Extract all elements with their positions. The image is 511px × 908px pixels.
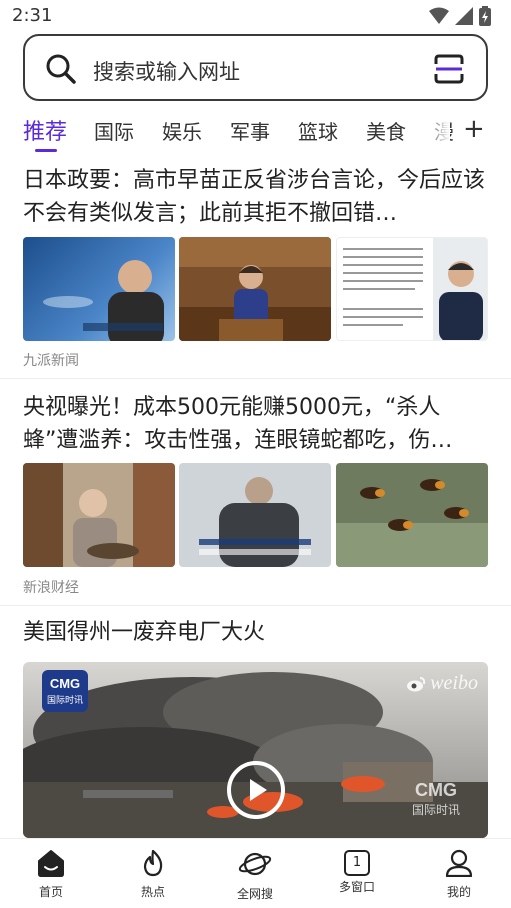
tab-recommend[interactable]: 推荐 (23, 114, 67, 146)
article-thumbnail[interactable] (179, 237, 331, 341)
add-channel-button[interactable]: + (463, 114, 485, 144)
nav-windows[interactable]: 1 多窗口 (317, 849, 397, 895)
tab-entertainment[interactable]: 娱乐 (162, 116, 202, 145)
status-icons (429, 6, 491, 26)
article-title[interactable]: 央视曝光！成本500元能赚5000元，“杀人蜂”遭滥养：攻击性强，连眼镜蛇都吃，… (23, 391, 493, 457)
channel-logo-line1: CMG (49, 676, 81, 691)
windows-icon: 1 (344, 850, 370, 876)
corner-watermark: CMG 国际时讯 (412, 780, 460, 818)
bottom-nav: 首页 热点 全网搜 1 多窗口 我的 (0, 838, 511, 908)
nav-search-all[interactable]: 全网搜 (215, 849, 295, 902)
channel-logo: CMG 国际时讯 (42, 670, 88, 712)
tab-food[interactable]: 美食 (366, 116, 406, 145)
play-icon (250, 779, 267, 801)
article-title[interactable]: 美国得州一废弃电厂大火 (23, 616, 493, 649)
flame-icon (143, 849, 163, 877)
status-bar: 2:31 (0, 0, 511, 32)
play-button[interactable] (227, 761, 285, 819)
article-thumbnail[interactable] (179, 463, 331, 567)
planet-icon (238, 852, 272, 876)
nav-label-windows: 多窗口 (338, 880, 375, 894)
category-tabs: 推荐 国际 娱乐 军事 篮球 美食 漫 + (0, 108, 511, 156)
profile-icon (445, 849, 473, 878)
search-bar[interactable]: 搜索或输入网址 (23, 34, 488, 101)
nav-label-home: 首页 (38, 885, 63, 899)
tab-basketball[interactable]: 篮球 (298, 116, 338, 145)
wifi-icon (429, 7, 449, 24)
article-thumbnail[interactable] (336, 237, 488, 341)
tab-active-indicator (35, 149, 57, 152)
cellular-signal-icon (455, 7, 473, 25)
window-count: 1 (352, 855, 362, 870)
scan-icon[interactable] (434, 54, 464, 84)
weibo-icon (407, 676, 426, 691)
video-player[interactable]: CMG 国际时讯 weibo CMG 国际时讯 (23, 662, 488, 838)
nav-profile[interactable]: 我的 (419, 849, 499, 900)
feed-divider (0, 378, 511, 379)
search-icon (46, 54, 76, 84)
corner-watermark-line2: 国际时讯 (411, 803, 460, 817)
tab-international[interactable]: 国际 (94, 116, 134, 145)
article-thumbnail[interactable] (336, 463, 488, 567)
weibo-watermark: weibo (406, 672, 478, 695)
feed-divider (0, 605, 511, 606)
battery-icon (479, 6, 491, 26)
weibo-text: weibo (430, 672, 478, 694)
article-source: 新浪财经 (23, 580, 79, 596)
article-thumbnail[interactable] (23, 463, 175, 567)
tabs-fade (420, 108, 450, 156)
nav-label-profile: 我的 (446, 885, 471, 899)
tab-military[interactable]: 军事 (230, 116, 270, 145)
corner-watermark-line1: CMG (414, 780, 457, 800)
channel-logo-line2: 国际时讯 (46, 695, 83, 705)
article-title[interactable]: 日本政要：高市早苗正反省涉台言论，今后应该不会有类似发言；此前其拒不撤回错… (23, 164, 493, 230)
nav-hot[interactable]: 热点 (113, 849, 193, 900)
status-time: 2:31 (12, 5, 53, 26)
article-thumbnail[interactable] (23, 237, 175, 341)
search-input[interactable]: 搜索或输入网址 (93, 56, 240, 86)
home-icon (38, 850, 64, 877)
nav-label-hot: 热点 (140, 885, 165, 899)
nav-home[interactable]: 首页 (11, 849, 91, 900)
article-source: 九派新闻 (23, 353, 79, 369)
nav-label-search-all: 全网搜 (236, 887, 273, 901)
